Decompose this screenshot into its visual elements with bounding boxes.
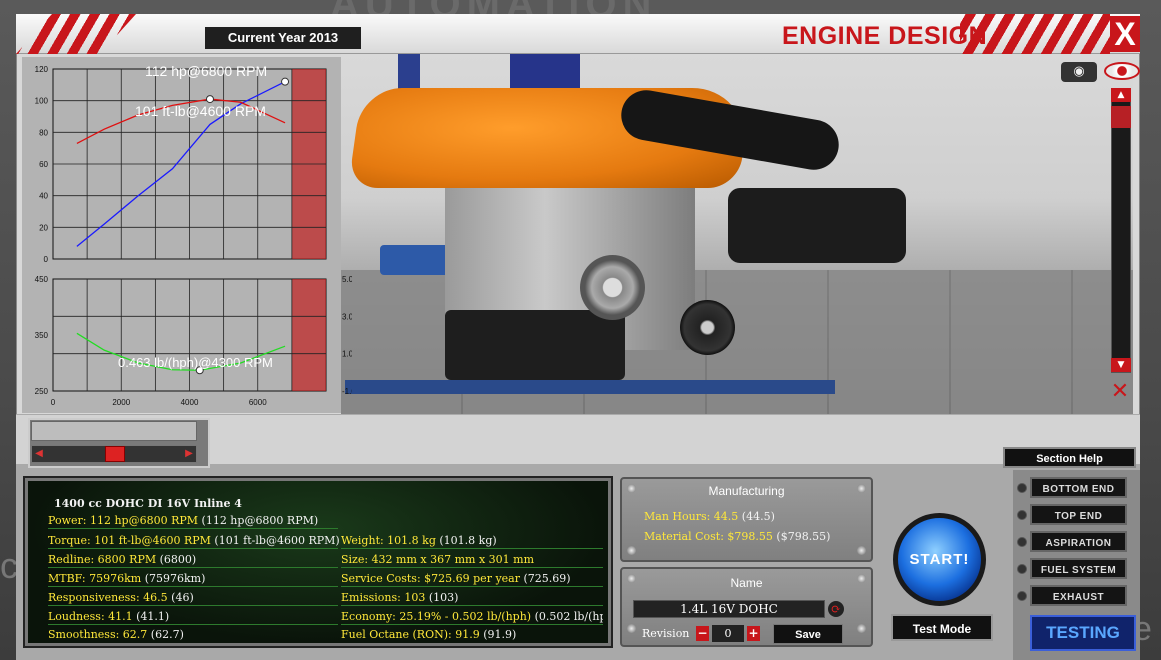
revision-plus-button[interactable]: + [747, 626, 760, 641]
eye-icon[interactable] [1104, 62, 1140, 80]
zoom-scrollbar[interactable] [1111, 88, 1131, 373]
page-title: ENGINE DESIGN [782, 22, 988, 50]
x-tick-label: 0 [51, 398, 56, 407]
randomize-name-icon[interactable]: ⟳ [828, 601, 844, 617]
current-year-label: Current Year 2013 [205, 27, 361, 49]
x-tick-label: 6000 [249, 398, 267, 407]
right-tick-label: 5.0 [342, 275, 352, 284]
y-tick-label: 80 [39, 128, 48, 137]
part-slider-thumb[interactable] [105, 446, 125, 462]
engine-pulley [580, 255, 645, 320]
nav-indicator [1017, 564, 1027, 574]
nav-fuel-system[interactable]: FUEL SYSTEM [1030, 558, 1127, 579]
power-chart-grid [53, 69, 326, 259]
power-peak-marker [281, 77, 290, 86]
material-cost: Material Cost: $798.55 ($798.55) [644, 530, 831, 543]
name-title: Name [730, 576, 763, 590]
y-tick-label: 20 [39, 223, 48, 232]
stat-loudness: Loudness: 41.1 (41.1) [48, 608, 338, 625]
power-peak-label: 112 hp@6800 RPM [145, 63, 267, 79]
power-chart-y-ticks: 120 100 80 60 40 20 0 [35, 65, 49, 264]
start-button[interactable]: START! [893, 513, 986, 606]
revision-value: 0 [712, 625, 744, 642]
torque-peak-label: 101 ft-lb@4600 RPM [135, 103, 266, 119]
economy-chart-right-ticks: 5.0 3.0 1.0 -1.0 [342, 275, 352, 396]
engine-stats-panel: 1400 cc DOHC DI 16V Inline 4 Power: 112 … [23, 476, 613, 648]
right-tick-label: -1.0 [342, 387, 352, 396]
bolt-icon [857, 546, 866, 555]
nav-indicator [1017, 483, 1027, 493]
economy-chart-y-ticks: 450 350 250 [35, 275, 49, 396]
x-tick-label: 4000 [181, 398, 199, 407]
nav-top-end[interactable]: TOP END [1030, 504, 1127, 525]
y-tick-label: 100 [35, 97, 49, 106]
nav-bottom-end[interactable]: BOTTOM END [1030, 477, 1127, 498]
y-tick-label: 60 [39, 160, 48, 169]
nav-testing[interactable]: TESTING [1030, 615, 1136, 651]
rpm-x-ticks: 0 2000 4000 6000 [51, 398, 267, 407]
x-tick-label: 2000 [112, 398, 130, 407]
stat-mtbf: MTBF: 75976km (75976km) [48, 570, 338, 587]
stat-weight: Weight: 101.8 kg (101.8 kg) [341, 532, 603, 549]
bolt-icon [627, 624, 636, 633]
engine-stand-frame [345, 380, 835, 394]
engine-crank-pulley [680, 300, 735, 355]
manufacturing-title: Manufacturing [708, 484, 785, 498]
nav-indicator [1017, 591, 1027, 601]
engine-stand-arm [380, 245, 450, 275]
bolt-icon [627, 546, 636, 555]
stat-power: Power: 112 hp@6800 RPM (112 hp@6800 RPM) [48, 512, 338, 529]
y-tick-label: 450 [35, 275, 49, 284]
engine-name-field[interactable]: 1.4L 16V DOHC [633, 600, 825, 618]
right-tick-label: 1.0 [342, 350, 352, 359]
economy-chart-grid [53, 279, 326, 391]
revision-label: Revision [642, 627, 690, 640]
engine-description: 1400 cc DOHC DI 16V Inline 4 [54, 497, 242, 510]
y-tick-label: 0 [44, 255, 49, 264]
test-mode-button[interactable]: Test Mode [891, 614, 993, 641]
stat-economy: Economy: 25.19% - 0.502 lb/(hph) (0.502 … [341, 608, 603, 625]
scroll-down-icon[interactable]: ▼ [1111, 358, 1131, 372]
camera-icon[interactable]: ◉ [1061, 62, 1097, 82]
stat-redline: Redline: 6800 RPM (6800) [48, 551, 338, 568]
reset-view-icon[interactable]: ✕ [1104, 380, 1136, 404]
y-tick-label: 350 [35, 331, 49, 340]
bolt-icon [857, 624, 866, 633]
stat-fuel-octane: Fuel Octane (RON): 91.9 (91.9) [341, 628, 517, 641]
slider-right-arrow-icon[interactable]: ▶ [183, 445, 195, 463]
stat-responsiveness: Responsiveness: 46.5 (46) [48, 589, 338, 606]
engine-oil-pan [445, 310, 625, 380]
torque-peak-marker [205, 95, 214, 104]
section-help-button[interactable]: Section Help [1003, 447, 1136, 468]
slider-left-arrow-icon[interactable]: ◀ [33, 445, 45, 463]
y-tick-label: 120 [35, 65, 49, 74]
stat-emissions: Emissions: 103 (103) [341, 589, 603, 606]
redline-zone-lower [292, 279, 326, 391]
nav-indicator [1017, 537, 1027, 547]
close-button[interactable]: X [1110, 16, 1140, 52]
y-tick-label: 40 [39, 192, 48, 201]
economy-best-label: 0.463 lb/(hph)@4300 RPM [118, 355, 273, 370]
man-hours: Man Hours: 44.5 (44.5) [644, 510, 775, 523]
revision-minus-button[interactable]: − [696, 626, 709, 641]
nav-indicator [1017, 510, 1027, 520]
zoom-scroll-thumb[interactable] [1111, 106, 1131, 128]
engine-airbox [728, 188, 906, 263]
name-panel: Name 1.4L 16V DOHC ⟳ Revision − 0 + Save [620, 567, 873, 647]
stat-torque: Torque: 101 ft-lb@4600 RPM (101 ft-lb@46… [48, 534, 340, 549]
stat-service-costs: Service Costs: $725.69 per year (725.69) [341, 570, 603, 587]
nav-aspiration[interactable]: ASPIRATION [1030, 531, 1127, 552]
y-tick-label: 250 [35, 387, 49, 396]
nav-exhaust[interactable]: EXHAUST [1030, 585, 1127, 606]
save-button[interactable]: Save [773, 624, 843, 644]
manufacturing-panel: Manufacturing Man Hours: 44.5 (44.5) Mat… [620, 477, 873, 562]
performance-charts: 120 100 80 60 40 20 0 112 hp@6800 RPM 101 ft-l… [35, 63, 352, 407]
right-tick-label: 3.0 [342, 312, 352, 321]
scroll-up-icon[interactable]: ▲ [1111, 88, 1131, 102]
stat-size: Size: 432 mm x 367 mm x 301 mm [341, 551, 603, 568]
slider-readout [31, 421, 197, 441]
stat-smoothness: Smoothness: 62.7 (62.7) [48, 628, 184, 641]
